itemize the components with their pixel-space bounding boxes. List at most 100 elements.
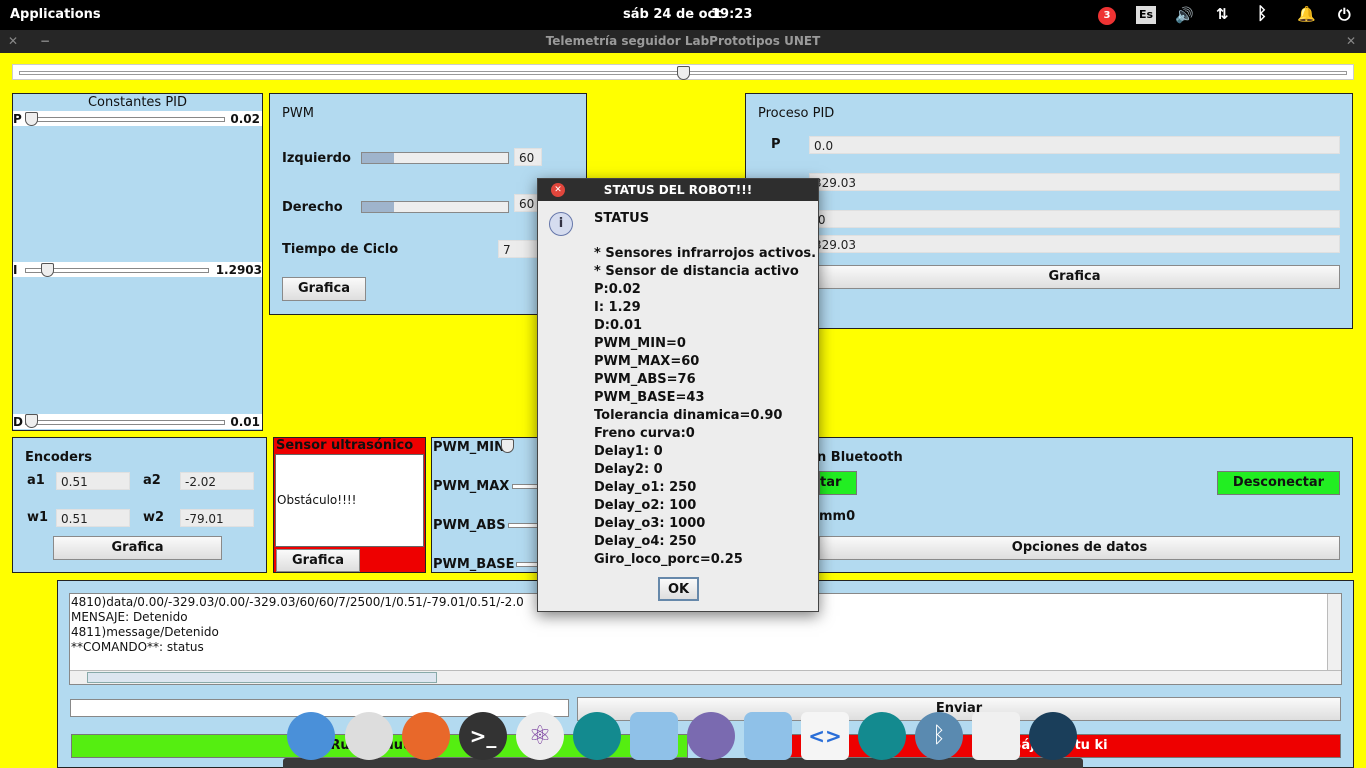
a2-label: a2 [143, 473, 161, 488]
left-pwm-bar [361, 152, 509, 164]
dialog-line: Delay_o4: 250 [594, 534, 697, 549]
date-label[interactable]: sáb 24 de oct [623, 7, 721, 22]
code-icon[interactable]: <> [801, 712, 849, 760]
w1-field: 0.51 [56, 509, 130, 527]
power-icon[interactable]: ⏻ [1338, 5, 1351, 25]
multitasking-icon[interactable] [287, 712, 335, 760]
pwm-max-track[interactable] [512, 484, 540, 489]
dialog-line: Freno curva:0 [594, 426, 695, 441]
pwm-abs-label: PWM_ABS [433, 518, 506, 533]
dialog-line: * Sensores infrarrojos activos. [594, 246, 817, 261]
pid-process-p-field: 0.0 [809, 136, 1340, 154]
close-icon[interactable]: ✕ [8, 30, 18, 53]
bluetooth-panel: n Bluetooth tar Desconectar mm0 Opciones… [745, 437, 1353, 573]
horizontal-scroll-thumb[interactable] [87, 672, 437, 683]
pwm-graph-button[interactable]: Grafica [282, 277, 366, 301]
pwm-min-thumb[interactable] [501, 439, 514, 453]
volume-icon[interactable]: 🔊 [1175, 6, 1194, 24]
top-slider[interactable] [12, 64, 1354, 80]
dock: >_ ⚛ <> ᛒ [283, 704, 1083, 768]
encoders-panel: Encoders a1 0.51 a2 -2.02 w1 0.51 w2 -79… [12, 437, 267, 573]
console-line: **COMANDO**: status [71, 640, 204, 654]
pwm-limits-panel: PWM_MIN PWM_MAX PWM_ABS PWM_BASE [431, 437, 541, 573]
java-icon[interactable] [972, 712, 1020, 760]
pwm-abs-track[interactable] [508, 523, 540, 528]
horizontal-scrollbar[interactable] [70, 670, 1341, 684]
p-label: P [13, 112, 22, 126]
dialog-line: P:0.02 [594, 282, 641, 297]
window-title: Telemetría seguidor LabPrototipos UNET [545, 34, 821, 48]
pid-process-graph-button[interactable]: Grafica [809, 265, 1340, 289]
top-slider-thumb[interactable] [677, 66, 690, 80]
console-line: 4810)data/0.00/-329.03/0.00/-329.03/60/6… [71, 595, 524, 609]
network-icon[interactable]: ⇅ [1216, 5, 1229, 23]
bluetooth-icon[interactable]: ᛒ [1257, 4, 1267, 24]
terminal-icon[interactable]: >_ [459, 712, 507, 760]
console-log: 4810)data/0.00/-329.03/0.00/-329.03/60/6… [71, 595, 524, 655]
w1-label: w1 [27, 510, 49, 525]
dialog-line: D:0.01 [594, 318, 643, 333]
left-pwm-value: 60 [514, 148, 542, 166]
maximize-icon[interactable]: ✕ [1346, 30, 1356, 53]
cube-icon[interactable] [744, 712, 792, 760]
i-slider-thumb[interactable] [41, 263, 54, 277]
ultrasonic-graph-button[interactable]: Grafica [276, 549, 360, 572]
vertical-scrollbar[interactable] [1327, 594, 1341, 670]
right-pwm-bar [361, 201, 509, 213]
ok-button[interactable]: OK [658, 577, 699, 601]
a2-field: -2.02 [180, 472, 254, 490]
p-slider-track[interactable] [27, 117, 225, 122]
disconnect-button[interactable]: Desconectar [1217, 471, 1340, 495]
pwm-min-label: PWM_MIN [433, 440, 505, 455]
pid-process-panel: Proceso PID P 0.0 329.03 .0 329.03 Grafi… [745, 93, 1353, 329]
console-line: MENSAJE: Detenido [71, 610, 188, 624]
pid-process-title: Proceso PID [758, 106, 835, 121]
dialog-close-icon[interactable]: ✕ [551, 183, 565, 197]
console-line: 4811)message/Detenido [71, 625, 219, 639]
connect-button[interactable]: tar [819, 471, 857, 495]
d-slider-track[interactable] [25, 420, 225, 425]
dialog-line: Delay_o3: 1000 [594, 516, 706, 531]
cube-icon[interactable] [630, 712, 678, 760]
w2-label: w2 [143, 510, 165, 525]
d-slider-thumb[interactable] [25, 414, 38, 428]
encoders-graph-button[interactable]: Grafica [53, 536, 222, 560]
arduino-icon[interactable] [573, 712, 621, 760]
keyboard-layout-indicator[interactable]: Es [1136, 6, 1156, 24]
encoders-title: Encoders [25, 450, 93, 465]
files-icon[interactable] [687, 712, 735, 760]
d-value: 0.01 [230, 415, 260, 429]
dialog-line: PWM_ABS=76 [594, 372, 696, 387]
cycle-time-field[interactable]: 7 [498, 240, 538, 258]
p-slider-thumb[interactable] [25, 112, 38, 126]
d-label: D [13, 415, 23, 429]
dialog-line: PWM_MAX=60 [594, 354, 700, 369]
data-options-button[interactable]: Opciones de datos [819, 536, 1340, 560]
switch-icon[interactable] [345, 712, 393, 760]
dialog-line: PWM_BASE=43 [594, 390, 705, 405]
image-icon[interactable] [1029, 712, 1077, 760]
ultrasonic-textarea: Obstáculo!!!! [275, 454, 424, 547]
pwm-max-label: PWM_MAX [433, 479, 510, 494]
notification-badge[interactable]: 3 [1098, 7, 1116, 25]
bluetooth-title: n Bluetooth [817, 450, 903, 465]
i-value: 1.2903 [215, 263, 262, 277]
arduino-icon[interactable] [858, 712, 906, 760]
pid-process-p-label: P [771, 137, 781, 152]
minimize-icon[interactable]: − [40, 30, 50, 53]
pid-constants-panel: Constantes PID P 0.02 I 1.2903 D 0.01 [12, 93, 263, 431]
bluetooth-icon[interactable]: ᛒ [915, 712, 963, 760]
clock-label[interactable]: 19:23 [711, 7, 752, 22]
i-label: I [13, 263, 18, 277]
ultrasonic-title: Sensor ultrasónico [276, 438, 414, 453]
dialog-titlebar: ✕ STATUS DEL ROBOT!!! [538, 179, 818, 201]
atom-icon[interactable]: ⚛ [516, 712, 564, 760]
firefox-icon[interactable] [402, 712, 450, 760]
p-value: 0.02 [230, 112, 260, 126]
dialog-line: Delay1: 0 [594, 444, 663, 459]
dialog-line: Delay2: 0 [594, 462, 663, 477]
applications-menu[interactable]: Applications [10, 7, 101, 22]
notifications-bell-icon[interactable]: 🔔 [1297, 5, 1316, 23]
a1-field: 0.51 [56, 472, 130, 490]
dialog-line: Delay_o2: 100 [594, 498, 697, 513]
